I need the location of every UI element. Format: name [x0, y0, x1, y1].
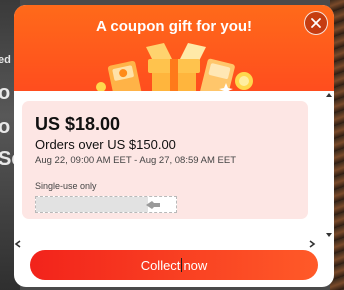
coupon-usage-label: Single-use only — [35, 181, 97, 191]
background-text: o — [0, 82, 11, 104]
coupon-dialog: A coupon gift for you! US $18.00 Orders … — [14, 5, 334, 287]
dialog-title: A coupon gift for you! — [95, 18, 253, 35]
coupon-condition: Orders over US $150.00 — [35, 137, 176, 152]
horizontal-scrollbar[interactable] — [14, 239, 334, 249]
close-button[interactable] — [304, 11, 328, 35]
text-caret — [181, 258, 183, 272]
coupon-validity: Aug 22, 09:00 AM EET - Aug 27, 08:59 AM … — [35, 155, 237, 166]
scroll-up-arrow-icon — [326, 93, 332, 97]
collect-now-label-end: now — [183, 257, 208, 273]
scroll-down-arrow-icon — [326, 233, 332, 237]
close-icon — [311, 18, 321, 28]
usage-progress-bar — [35, 196, 177, 213]
gift-illustration — [96, 43, 253, 99]
scroll-right-arrow-icon — [309, 240, 316, 248]
background-text: ed — [0, 54, 11, 66]
collect-now-button[interactable]: Collect now — [30, 250, 318, 280]
dialog-scroll-area[interactable]: US $18.00 Orders over US $150.00 Aug 22,… — [14, 91, 334, 241]
scroll-left-arrow-icon — [14, 240, 21, 248]
coupon-amount: US $18.00 — [35, 114, 121, 134]
hand-cursor-icon — [146, 201, 160, 209]
dialog-header: A coupon gift for you! — [14, 5, 334, 99]
coupon-card: US $18.00 Orders over US $150.00 Aug 22,… — [22, 101, 308, 219]
vertical-scrollbar[interactable] — [324, 91, 334, 241]
background-text: o — [0, 116, 11, 138]
collect-now-label-start: Collect — [140, 257, 181, 273]
usage-progress-fill — [36, 197, 148, 212]
